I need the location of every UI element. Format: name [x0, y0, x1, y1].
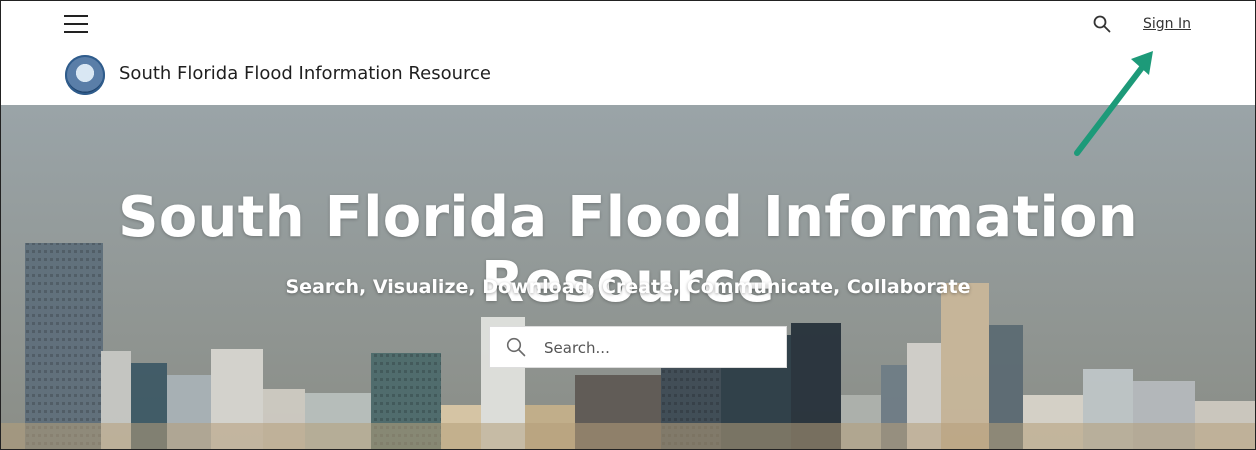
hero-search-box[interactable]	[489, 326, 787, 368]
menu-icon[interactable]	[64, 13, 88, 33]
site-logo[interactable]	[65, 55, 105, 95]
search-input[interactable]	[542, 333, 776, 363]
annotation-arrow-icon	[1074, 51, 1153, 156]
page-frame: South Florida Flood Information Resource…	[0, 0, 1256, 450]
sign-in-link[interactable]: Sign In	[1143, 16, 1191, 32]
site-title[interactable]: South Florida Flood Information Resource	[119, 63, 491, 84]
hero-subtitle: Search, Visualize, Download, Create, Com…	[285, 276, 971, 298]
search-icon	[506, 337, 526, 357]
search-icon[interactable]	[1093, 15, 1111, 33]
